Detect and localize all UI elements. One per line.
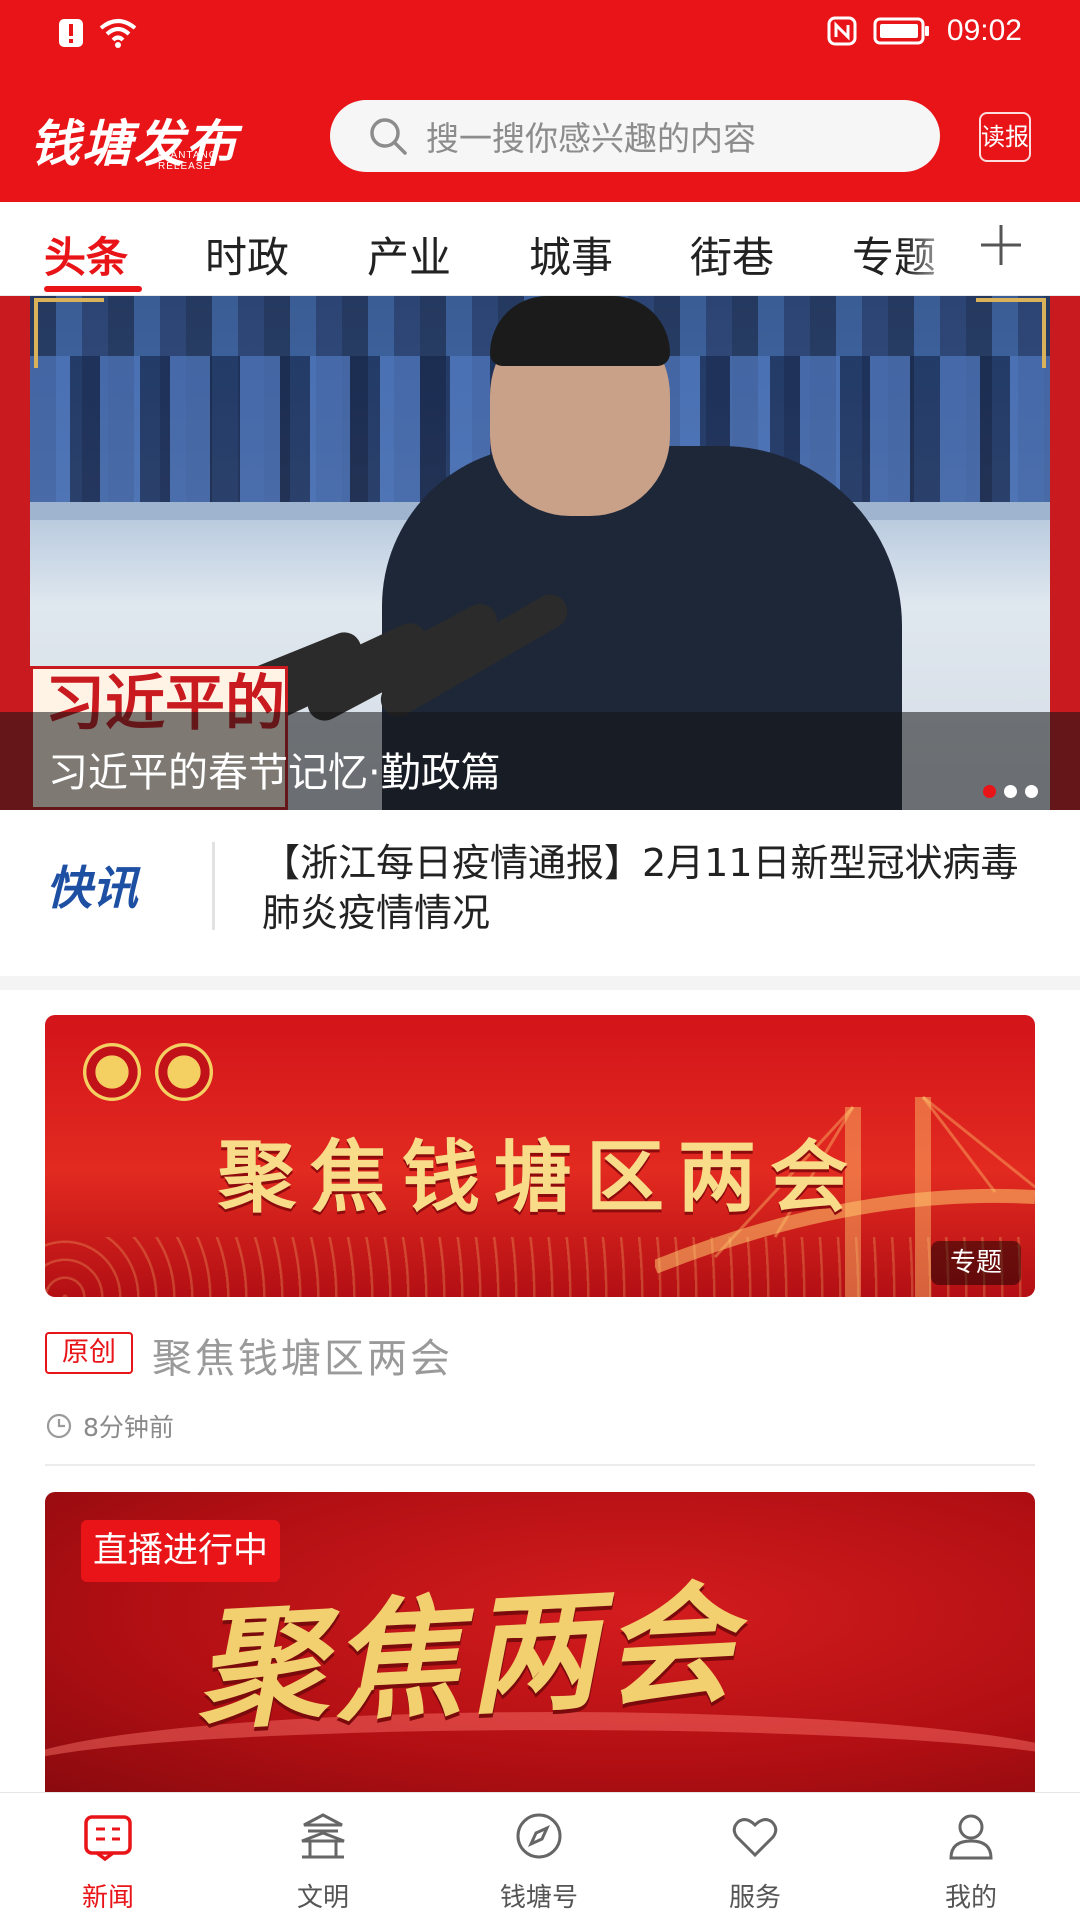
- divider: [212, 842, 215, 930]
- tab-headlines[interactable]: 头条: [44, 224, 128, 285]
- nav-services[interactable]: 服务: [685, 1793, 825, 1920]
- flash-news-logo: 快讯: [46, 862, 138, 914]
- nav-label: 我的: [944, 1883, 997, 1913]
- status-time: 09:02: [946, 14, 1022, 47]
- clock-icon: [46, 1413, 72, 1439]
- brand-subtitle: QIANTANG RELEASE: [158, 150, 218, 172]
- article-headline[interactable]: 聚焦钱塘区两会: [152, 1326, 453, 1384]
- wifi-icon: [99, 19, 137, 48]
- compass-icon: [516, 1813, 562, 1859]
- tab-industry[interactable]: 产业: [367, 224, 451, 285]
- topic-tag: 专题: [931, 1241, 1021, 1285]
- tab-city[interactable]: 城事: [529, 224, 613, 285]
- user-icon: [949, 1814, 993, 1860]
- national-emblem-icon: [83, 1043, 141, 1101]
- live-badge: 直播进行中: [81, 1520, 281, 1582]
- bottom-navigation: 新闻 文明 钱塘号 服务 我的: [0, 1792, 1080, 1920]
- alert-icon: [59, 19, 83, 47]
- search-placeholder: 搜一搜你感兴趣的内容: [426, 119, 756, 158]
- search-icon: [370, 118, 407, 155]
- flash-news-text[interactable]: 【浙江每日疫情通报】2月11日新型冠状病毒肺炎疫情情况: [262, 838, 1022, 938]
- brand-logo: 钱塘发布 QIANTANG RELEASE: [30, 104, 238, 176]
- banner-caption: 习近平的春节记忆·勤政篇: [48, 750, 501, 796]
- app-screen: 09:02 钱塘发布 QIANTANG RELEASE 搜一搜你感兴趣的内容 读…: [0, 0, 1080, 1920]
- heart-icon: [732, 1818, 778, 1858]
- nav-label: 文明: [296, 1883, 349, 1913]
- divider: [45, 1464, 1035, 1466]
- active-tab-indicator: [44, 286, 142, 292]
- tab-fade: [905, 202, 965, 295]
- banner-carousel[interactable]: 习近平的春节记忆 习近平的春节记忆·勤政篇: [0, 296, 1080, 810]
- nav-label: 钱塘号: [499, 1883, 578, 1913]
- search-input[interactable]: 搜一搜你感兴趣的内容: [330, 100, 940, 172]
- banner-person-hair: [490, 296, 670, 366]
- tab-streets[interactable]: 街巷: [690, 224, 774, 285]
- nfc-icon: [827, 16, 857, 46]
- carousel-dot[interactable]: [1004, 785, 1017, 798]
- category-tabs: 头条 时政 产业 城事 街巷 专题: [0, 202, 1080, 296]
- pavilion-icon: [301, 1813, 345, 1859]
- add-channel-icon[interactable]: [978, 222, 1024, 268]
- section-gap: [0, 976, 1080, 990]
- article-time: 8分钟前: [45, 1408, 174, 1444]
- nav-mine[interactable]: 我的: [901, 1793, 1041, 1920]
- app-header: 09:02 钱塘发布 QIANTANG RELEASE 搜一搜你感兴趣的内容 读…: [0, 0, 1080, 202]
- topic-card-title: 聚焦钱塘区两会: [217, 1132, 862, 1223]
- original-badge: 原创: [45, 1332, 133, 1374]
- nav-label: 服务: [728, 1883, 781, 1913]
- tab-politics[interactable]: 时政: [205, 224, 289, 285]
- cppcc-emblem-icon: [155, 1043, 213, 1101]
- nav-label: 新闻: [81, 1883, 134, 1913]
- news-icon: [84, 1815, 132, 1861]
- article-time-text: 8分钟前: [83, 1413, 174, 1442]
- live-card-image[interactable]: 聚焦两会 直播进行中: [45, 1492, 1035, 1792]
- battery-icon: [873, 17, 929, 45]
- carousel-dot[interactable]: [1025, 785, 1038, 798]
- read-paper-button[interactable]: 读报: [979, 112, 1031, 162]
- carousel-dot[interactable]: [983, 785, 996, 798]
- status-bar: 09:02: [0, 0, 1080, 70]
- banner-corner: [976, 298, 1046, 368]
- nav-news[interactable]: 新闻: [38, 1793, 178, 1920]
- banner-corner: [34, 298, 104, 368]
- nav-civilization[interactable]: 文明: [253, 1793, 393, 1920]
- topic-card-image[interactable]: 聚焦钱塘区两会 专题: [45, 1015, 1035, 1297]
- carousel-dots: [983, 785, 1038, 798]
- cloud-pattern: [45, 1237, 1035, 1297]
- nav-qiantang-account[interactable]: 钱塘号: [469, 1793, 609, 1920]
